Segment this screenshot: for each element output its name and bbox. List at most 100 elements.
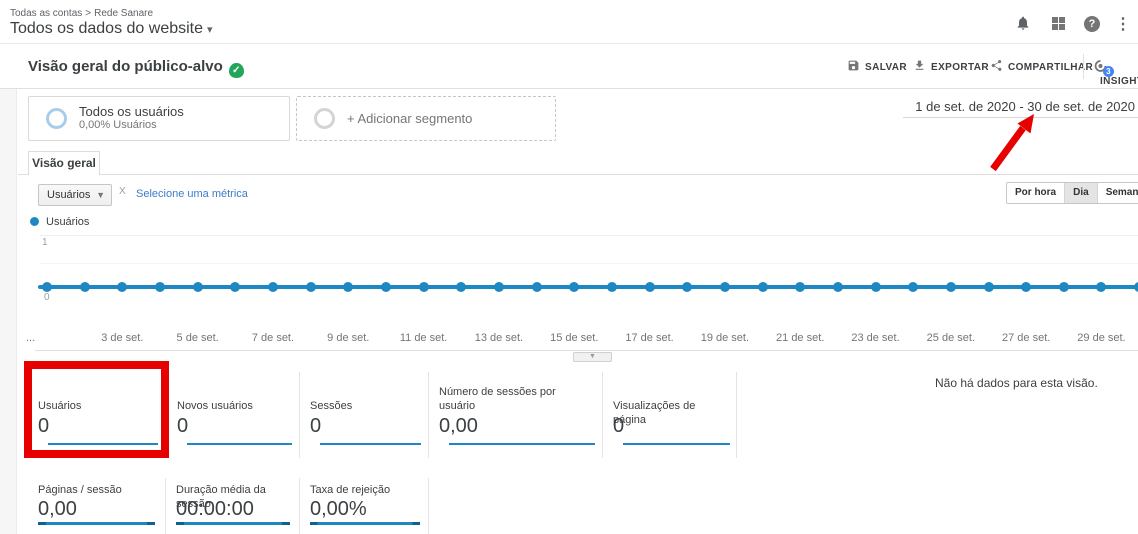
segment-title: Todos os usuários	[79, 104, 184, 119]
x-axis-tick: 7 de set.	[252, 332, 294, 344]
chart-data-point[interactable]	[193, 282, 203, 292]
metrics-row-2: Páginas / sessão 0,00 Duração média da s…	[28, 478, 429, 534]
report-title: Visão geral do público-alvo✓	[28, 58, 244, 78]
chart-data-point[interactable]	[1059, 282, 1069, 292]
chart-data-point[interactable]	[532, 282, 542, 292]
metric-card-sessions[interactable]: Sessões 0	[299, 372, 428, 458]
save-icon	[847, 60, 860, 75]
segment-circle-icon	[314, 108, 335, 129]
date-range-selector[interactable]: 1 de set. de 2020 - 30 de set. de 2020	[915, 99, 1135, 114]
property-view-selector[interactable]: Todos os dados do website ▾	[10, 20, 213, 38]
chevron-down-icon: ▼	[96, 185, 105, 205]
chart-data-point[interactable]	[946, 282, 956, 292]
segment-all-users[interactable]: Todos os usuários 0,00% Usuários	[28, 96, 290, 141]
metric-dropdown[interactable]: Usuários▼	[38, 184, 112, 206]
sparkline	[449, 443, 595, 445]
x-axis-tick: 13 de set.	[475, 332, 523, 344]
insights-icon: 3	[1093, 59, 1109, 73]
chart-data-point[interactable]	[456, 282, 466, 292]
chart-data-point[interactable]	[833, 282, 843, 292]
tab-overview[interactable]: Visão geral	[28, 151, 100, 175]
help-icon[interactable]: ?	[1081, 14, 1103, 34]
granularity-week-button[interactable]: Semana	[1098, 183, 1138, 203]
insights-badge: 3	[1103, 66, 1114, 77]
chart-data-point[interactable]	[645, 282, 655, 292]
chart-data-point[interactable]	[720, 282, 730, 292]
notifications-bell-icon[interactable]	[1012, 14, 1034, 34]
insights-button[interactable]: 3 INSIGHTS	[1093, 59, 1138, 87]
chart-data-point[interactable]	[230, 282, 240, 292]
export-button[interactable]: EXPORTAR	[913, 59, 989, 75]
chart-data-point[interactable]	[984, 282, 994, 292]
chart-data-point[interactable]	[871, 282, 881, 292]
view-title-label: Todos os dados do website	[10, 20, 203, 37]
chart-data-point[interactable]	[1096, 282, 1106, 292]
sparkline	[48, 443, 158, 445]
chart-data-point[interactable]	[908, 282, 918, 292]
x-axis-tick: 17 de set.	[625, 332, 673, 344]
metric-card-users[interactable]: Usuários 0	[28, 372, 166, 458]
chart-data-point[interactable]	[494, 282, 504, 292]
add-segment-button[interactable]: + Adicionar segmento	[296, 96, 556, 141]
add-segment-label: + Adicionar segmento	[347, 111, 472, 126]
chart-data-point[interactable]	[42, 282, 52, 292]
chart-bottom-rule	[35, 350, 1138, 351]
chart-data-point[interactable]	[1021, 282, 1031, 292]
chart-data-point[interactable]	[268, 282, 278, 292]
x-axis-tick: 9 de set.	[327, 332, 369, 344]
metrics-row-1: Usuários 0 Novos usuários 0 Sessões 0 Nú…	[28, 372, 737, 458]
chart-data-point[interactable]	[795, 282, 805, 292]
left-gutter	[0, 89, 17, 534]
chart-data-point[interactable]	[343, 282, 353, 292]
granularity-hourly-button[interactable]: Por hora	[1007, 183, 1065, 203]
x-axis-tick: 15 de set.	[550, 332, 598, 344]
tab-bottom-rule	[18, 174, 1138, 175]
sparkline	[320, 443, 421, 445]
x-axis-tick: 11 de set.	[400, 332, 448, 344]
report-header: Visão geral do público-alvo✓ SALVAR EXPO…	[0, 44, 1138, 89]
granularity-button-group: Por hora Dia Semana Mês	[1006, 182, 1138, 204]
metric-card-bounce-rate[interactable]: Taxa de rejeição 0,00%	[299, 478, 429, 534]
select-metric-link[interactable]: Selecione uma métrica	[136, 188, 248, 200]
chart-data-point[interactable]	[682, 282, 692, 292]
x-axis-tick: 5 de set.	[177, 332, 219, 344]
y-axis-tick: 0	[44, 292, 50, 303]
metric-card-pages-per-session[interactable]: Páginas / sessão 0,00	[28, 478, 165, 534]
metric-card-avg-session-duration[interactable]: Duração média da sessão 00:00:00	[165, 478, 299, 534]
chart-data-point[interactable]	[155, 282, 165, 292]
chevron-down-icon: ▾	[207, 24, 213, 36]
legend-dot-icon	[30, 217, 39, 226]
chart-data-point[interactable]	[758, 282, 768, 292]
chart-series-line[interactable]	[38, 285, 1138, 289]
save-button[interactable]: SALVAR	[847, 59, 907, 75]
chart-data-point[interactable]	[117, 282, 127, 292]
chart-data-point[interactable]	[607, 282, 617, 292]
metric-card-new-users[interactable]: Novos usuários 0	[166, 372, 299, 458]
verified-check-icon: ✓	[229, 63, 244, 78]
share-icon	[990, 60, 1003, 75]
chart-legend: Usuários	[30, 216, 89, 228]
share-button[interactable]: COMPARTILHAR	[990, 59, 1093, 75]
metric-card-sessions-per-user[interactable]: Número de sessões por usuário 0,00	[428, 372, 602, 458]
chart-data-point[interactable]	[80, 282, 90, 292]
collapse-handle[interactable]: ▼	[573, 352, 612, 362]
analytics-page: Todas as contas>Rede Sanare Todos os dad…	[0, 0, 1138, 534]
chart-data-point[interactable]	[381, 282, 391, 292]
chart-data-point[interactable]	[1134, 282, 1138, 292]
breadcrumb-account[interactable]: Rede Sanare	[94, 8, 153, 19]
chart-data-point[interactable]	[419, 282, 429, 292]
apps-grid-icon[interactable]	[1048, 14, 1070, 34]
more-menu-icon[interactable]: ⋮	[1112, 14, 1134, 34]
sparkline	[310, 522, 420, 525]
chart-data-point[interactable]	[569, 282, 579, 292]
breadcrumb-all-accounts[interactable]: Todas as contas	[10, 8, 82, 19]
x-axis-tick: 23 de set.	[851, 332, 899, 344]
no-data-message: Não há dados para esta visão.	[935, 376, 1098, 390]
sparkline	[623, 443, 730, 445]
granularity-day-button[interactable]: Dia	[1065, 183, 1098, 203]
breadcrumb[interactable]: Todas as contas>Rede Sanare	[10, 8, 156, 19]
chart-data-point[interactable]	[306, 282, 316, 292]
x-axis-tick: 27 de set.	[1002, 332, 1050, 344]
breadcrumb-separator: >	[85, 8, 91, 19]
metric-card-pageviews[interactable]: Visualizações de página 0	[602, 372, 737, 458]
